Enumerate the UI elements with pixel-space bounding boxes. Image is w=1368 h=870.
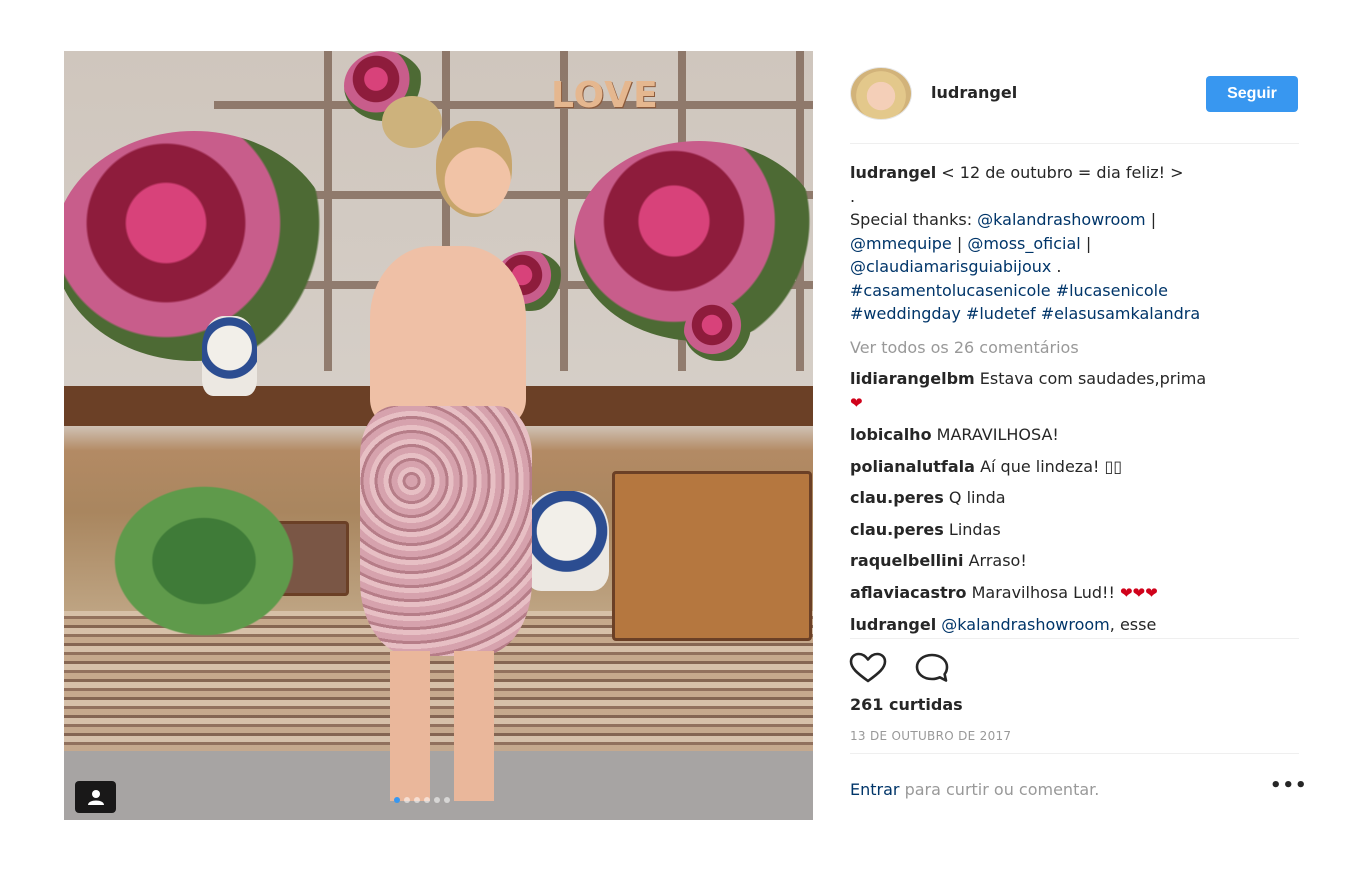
comment-username[interactable]: raquelbellini — [850, 551, 964, 570]
separator: | — [1080, 233, 1092, 253]
hashtag-link[interactable]: #lucasenicole — [1056, 281, 1168, 300]
likes-count[interactable]: 261 curtidas — [850, 695, 963, 714]
post-header: ludrangel Seguir — [850, 67, 1299, 123]
heart-emoji: ❤❤❤ — [1119, 583, 1158, 602]
comment-username[interactable]: ludrangel — [850, 615, 936, 634]
caption-text: < 12 de outubro = dia feliz! > — [941, 163, 1184, 182]
heart-emoji: ❤ — [850, 393, 863, 412]
user-tag-button[interactable] — [75, 781, 116, 813]
heart-icon — [849, 652, 887, 683]
separator: | — [1145, 210, 1157, 229]
mention-link[interactable]: @moss_oficial — [967, 234, 1080, 253]
caption-thanks: Special thanks: — [850, 210, 978, 229]
porcelain-stool — [524, 491, 609, 591]
login-text: para curtir ou comentar. — [899, 780, 1100, 799]
woman-legs — [382, 651, 512, 801]
carousel-dot — [404, 797, 410, 803]
mention-link[interactable]: @claudiamarisguiabijoux — [850, 257, 1051, 276]
comment-text: Aí que lindeza! ▯▯ — [980, 456, 1123, 476]
author-username[interactable]: ludrangel — [931, 83, 1017, 102]
action-bar — [848, 651, 1299, 685]
caption-username[interactable]: ludrangel — [850, 163, 936, 182]
view-all-comments-link[interactable]: Ver todos os 26 comentários — [850, 336, 1299, 360]
caption: ludrangel < 12 de outubro = dia feliz! >… — [850, 161, 1299, 326]
footer-divider — [850, 753, 1299, 754]
comment-text: Arraso! — [968, 551, 1027, 570]
carousel-indicator — [394, 797, 450, 803]
comment: ludrangel @kalandrashowroom, esse — [850, 613, 1299, 637]
avatar[interactable] — [850, 67, 912, 120]
flower-arrangement-left — [64, 131, 334, 361]
comment: clau.peres Lindas — [850, 518, 1299, 542]
woman-back — [370, 246, 526, 426]
carousel-dot — [444, 797, 450, 803]
comment: raquelbellini Arraso! — [850, 549, 1299, 573]
fern-plant — [84, 461, 324, 661]
comment-icon — [915, 653, 949, 682]
love-sign: LOVE — [551, 75, 659, 116]
follow-button[interactable]: Seguir — [1206, 76, 1298, 112]
separator: | — [951, 233, 968, 253]
comment-text: Estava com saudades,prima — [979, 369, 1207, 388]
comment-username[interactable]: aflaviacastro — [850, 583, 967, 602]
woman-head — [436, 121, 512, 217]
comment-text: Maravilhosa Lud!! — [971, 582, 1115, 602]
comment-username[interactable]: clau.peres — [850, 520, 944, 539]
porcelain-jar — [202, 316, 257, 396]
mention-link[interactable]: @kalandrashowroom — [941, 615, 1109, 634]
comments-divider — [850, 638, 1299, 639]
carousel-dot — [424, 797, 430, 803]
separator: . — [1051, 257, 1062, 276]
post-date: 13 DE OUTUBRO DE 2017 — [850, 729, 1012, 743]
comment-text: Q linda — [948, 488, 1006, 507]
comment: aflaviacastro Maravilhosa Lud!! ❤❤❤ — [850, 581, 1299, 606]
hashtag-link[interactable]: #ludetef — [966, 304, 1036, 323]
comment-text: , esse — [1109, 615, 1157, 634]
hashtag-link[interactable]: #elasusamkalandra — [1041, 304, 1200, 323]
mention-link[interactable]: @mmequipe — [850, 234, 952, 253]
lace-dress — [360, 406, 532, 656]
comment-button[interactable] — [912, 651, 952, 685]
comment-text: MARAVILHOSA! — [936, 425, 1059, 444]
vintage-trunk — [612, 471, 812, 641]
carousel-dot — [434, 797, 440, 803]
comment: lobicalho MARAVILHOSA! — [850, 423, 1299, 447]
mention-link[interactable]: @kalandrashowroom — [977, 210, 1145, 229]
comment-username[interactable]: lidiarangelbm — [850, 369, 975, 388]
comment: lidiarangelbm Estava com saudades,prima … — [850, 367, 1299, 415]
hashtag-link[interactable]: #weddingday — [850, 304, 961, 323]
header-divider — [850, 143, 1299, 144]
login-prompt: Entrar para curtir ou comentar. — [850, 780, 1099, 799]
comment-username[interactable]: clau.peres — [850, 488, 944, 507]
woman-hair-bun — [382, 96, 442, 148]
carousel-dot — [394, 797, 400, 803]
comment-text: Lindas — [948, 519, 1001, 539]
caption-dot: . — [850, 186, 856, 206]
hashtag-link[interactable]: #casamentolucasenicole — [850, 281, 1051, 300]
more-options-icon[interactable]: ••• — [1270, 775, 1307, 799]
carousel-dot — [414, 797, 420, 803]
comment-username[interactable]: lobicalho — [850, 425, 932, 444]
comment: clau.peres Q linda — [850, 486, 1299, 510]
like-button[interactable] — [848, 651, 888, 685]
comments-list[interactable]: ludrangel < 12 de outubro = dia feliz! >… — [850, 161, 1299, 637]
user-tag-icon — [87, 790, 104, 805]
flower-pot-small — [684, 301, 754, 361]
post-sidebar: ludrangel Seguir ludrangel < 12 de outub… — [848, 51, 1307, 820]
post-photo[interactable]: LOVE — [64, 51, 813, 820]
login-link[interactable]: Entrar — [850, 780, 899, 799]
comment-username[interactable]: polianalutfala — [850, 457, 975, 476]
comment: polianalutfala Aí que lindeza! ▯▯ — [850, 455, 1299, 479]
